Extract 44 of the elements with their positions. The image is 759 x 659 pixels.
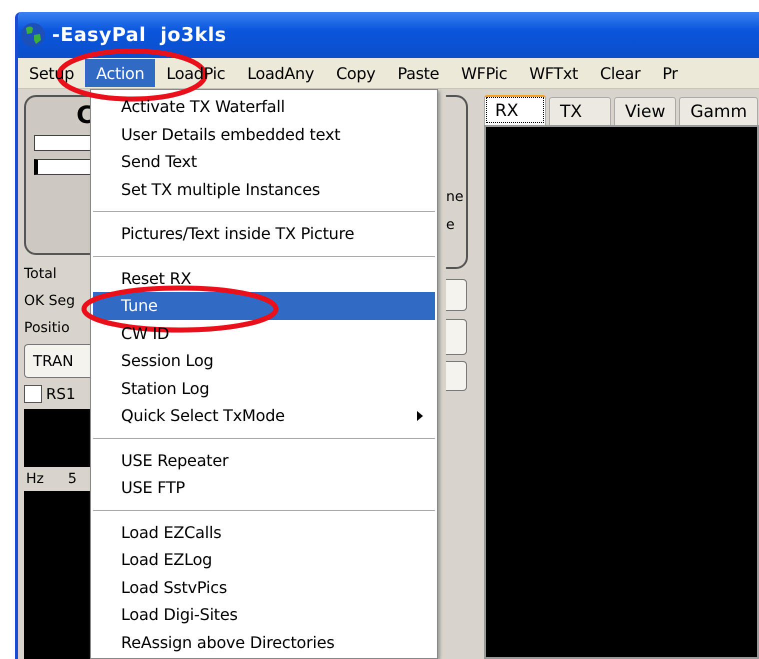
- menu-item[interactable]: WFPic: [450, 59, 518, 87]
- checkbox-label: RS1: [46, 385, 76, 403]
- panel-button[interactable]: [446, 279, 467, 311]
- submenu-arrow-icon: [417, 410, 423, 421]
- menu-item[interactable]: Reset RX: [93, 264, 435, 292]
- panel-button[interactable]: [446, 319, 467, 355]
- tab[interactable]: Gamm: [679, 97, 758, 125]
- field-label: Positio: [24, 320, 71, 336]
- menu-item[interactable]: Copy: [325, 59, 386, 87]
- panel-button[interactable]: [446, 361, 467, 391]
- window-title: -EasyPal jo3kls: [52, 24, 227, 46]
- menu-item[interactable]: Pictures/Text inside TX Picture: [93, 220, 435, 248]
- field-label: Total: [24, 266, 58, 282]
- menu-item[interactable]: Load EZLog: [93, 546, 435, 574]
- menu-item[interactable]: Clear: [589, 59, 652, 87]
- tab[interactable]: View: [614, 97, 676, 125]
- panel-text: e: [446, 217, 456, 233]
- menu-item[interactable]: Set TX multiple Instances: [93, 176, 435, 203]
- menu-item[interactable]: Quick Select TxMode: [93, 402, 435, 430]
- tab[interactable]: TX: [549, 97, 611, 125]
- menu-item[interactable]: WFTxt: [518, 59, 589, 87]
- menu-item[interactable]: Load EZCalls: [93, 518, 435, 546]
- menu-item[interactable]: Station Log: [93, 374, 435, 402]
- menu-item[interactable]: User Details embedded text: [93, 120, 435, 148]
- menu-item[interactable]: ReAssign above Directories: [93, 628, 435, 656]
- menu-item[interactable]: Load Digi-Sites: [93, 601, 435, 628]
- panel-text: ne: [446, 189, 464, 205]
- menu-item[interactable]: Pr: [651, 59, 689, 87]
- tab[interactable]: RX: [484, 95, 546, 125]
- menu-item[interactable]: Send Text: [93, 148, 435, 176]
- menu-item[interactable]: Session Log: [93, 347, 435, 374]
- globe-icon: [20, 22, 46, 48]
- menu-item[interactable]: LoadAny: [236, 59, 326, 87]
- axis-label: 5: [68, 471, 77, 487]
- menu-item[interactable]: USE Repeater: [93, 446, 435, 474]
- field-label: OK Seg: [24, 293, 76, 309]
- menu-item[interactable]: Tune: [93, 292, 435, 320]
- menu-item[interactable]: Load SstvPics: [93, 574, 435, 601]
- menu-item[interactable]: Activate TX Waterfall: [93, 93, 435, 120]
- menu-item[interactable]: Action: [85, 59, 156, 87]
- menu-item[interactable]: Paste: [386, 59, 450, 87]
- checkbox[interactable]: [24, 385, 42, 403]
- menu-item[interactable]: USE FTP: [93, 474, 435, 502]
- axis-label: Hz: [26, 471, 44, 487]
